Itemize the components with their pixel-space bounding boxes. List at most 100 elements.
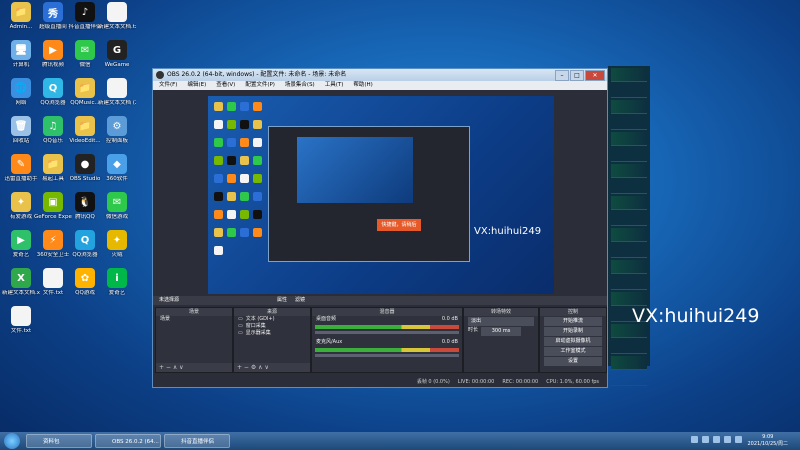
desktop-icon[interactable]: ◆ 360软件 (98, 154, 136, 182)
widget-row[interactable] (611, 84, 647, 98)
widget-row[interactable] (611, 148, 647, 162)
sources-footer-controls[interactable]: + − ⚙ ∧ ∨ (234, 363, 310, 372)
app-icon: ✎ (11, 154, 31, 174)
start-recording-button[interactable]: 开始录制 (544, 327, 602, 336)
douyin-icon (168, 437, 178, 447)
desktop-icon-label: 微信游戏 (105, 214, 128, 220)
desktop-icon[interactable]: 文件.txt (2, 306, 40, 334)
desktop-icon-label: 新建文本文档 (2).txt (98, 100, 136, 106)
menu-file[interactable]: 文件(F) (159, 81, 177, 90)
preview-desktop-icon (240, 120, 249, 129)
widget-row[interactable] (611, 340, 647, 354)
source-item[interactable]: ▭ 显示器采集 (234, 330, 310, 337)
clock[interactable]: 9:09 2021/10/25/周二 (747, 434, 788, 448)
app-icon: ⚡ (43, 230, 63, 250)
desktop-icon-label: 文件.txt (10, 328, 32, 334)
preview-desktop-icon (227, 192, 236, 201)
widget-row[interactable] (611, 276, 647, 290)
desktop-icon[interactable]: i 爱奇艺 (98, 268, 136, 296)
scene-item[interactable]: 场景 (156, 316, 232, 323)
start-streaming-button[interactable]: 开始推流 (544, 317, 602, 326)
taskbar-item[interactable]: 抖音直播伴侣 (164, 434, 230, 448)
taskbar-item[interactable]: 资料包 (26, 434, 92, 448)
menu-view[interactable]: 查看(V) (216, 81, 235, 90)
virtual-camera-button[interactable]: 启动虚拟摄像机 (544, 337, 602, 346)
widget-row[interactable] (611, 356, 647, 370)
source-item[interactable]: ▭ 文本 (GDI+) (234, 316, 310, 323)
obs-window: OBS 26.0.2 (64-bit, windows) - 配置文件: 未命名… (152, 68, 608, 388)
minimize-button[interactable]: – (555, 70, 569, 81)
settings-button[interactable]: 设置 (544, 357, 602, 366)
duration-input[interactable]: 300 ms (481, 327, 522, 336)
app-icon (107, 78, 127, 98)
source-toolbar: 未选择源 属性 滤镜 (153, 296, 607, 305)
start-button[interactable] (4, 433, 20, 449)
widget-row[interactable] (611, 196, 647, 210)
taskbar-item[interactable]: OBS 26.0.2 (64... (95, 434, 161, 448)
maximize-button[interactable]: □ (570, 70, 584, 81)
preview-desktop-icon (240, 102, 249, 111)
widget-row[interactable] (611, 244, 647, 258)
preview-desktop-icon (253, 138, 262, 147)
obs-preview[interactable]: 快捷键，请稍后 VX:huihui249 (208, 96, 554, 294)
menu-tools[interactable]: 工具(T) (325, 81, 344, 90)
widget-row[interactable] (611, 260, 647, 274)
desktop-icon[interactable]: ✉ 微信游戏 (98, 192, 136, 220)
app-icon: ✿ (75, 268, 95, 288)
app-icon (107, 2, 127, 22)
studio-mode-button[interactable]: 工作室模式 (544, 347, 602, 356)
obs-titlebar[interactable]: OBS 26.0.2 (64-bit, windows) - 配置文件: 未命名… (153, 69, 607, 81)
menu-help[interactable]: 帮助(H) (353, 81, 372, 90)
app-icon: 📁 (11, 2, 31, 22)
preview-desktop-icon (240, 210, 249, 219)
widget-row[interactable] (611, 116, 647, 130)
widget-row[interactable] (611, 68, 647, 82)
desktop-icon-label: 火绒 (111, 252, 123, 258)
duration-row: 时长 300 ms (464, 327, 538, 336)
system-tray[interactable] (691, 436, 742, 443)
menu-profile[interactable]: 配置文件(P) (245, 81, 275, 90)
widget-row[interactable] (611, 228, 647, 242)
mixer-header: 混音器 (312, 308, 462, 316)
app-icon: ✉ (75, 40, 95, 60)
volume-slider[interactable] (315, 354, 459, 357)
menu-edit[interactable]: 编辑(E) (187, 81, 206, 90)
desktop-icon[interactable]: ⚙ 控制面板 (98, 116, 136, 144)
widget-row[interactable] (611, 212, 647, 226)
desktop-icon[interactable]: 新建文本文档.txt (98, 2, 136, 30)
widget-row[interactable] (611, 292, 647, 306)
preview-desktop-icon (227, 210, 236, 219)
widget-row[interactable] (611, 100, 647, 114)
widget-row[interactable] (611, 132, 647, 146)
preview-desktop-icon (253, 174, 262, 183)
scenes-footer-controls[interactable]: + − ∧ ∨ (156, 363, 232, 372)
audio-mixer-dock: 混音器 桌面音频 0.0 dB 麦克风/Aux 0.0 dB (311, 307, 463, 373)
widget-row[interactable] (611, 164, 647, 178)
preview-desktop-icon (240, 174, 249, 183)
close-button[interactable]: ✕ (585, 70, 605, 81)
app-icon: ✉ (107, 192, 127, 212)
preview-desktop-icon (214, 228, 223, 237)
preview-desktop-icon (227, 174, 236, 183)
app-icon: ✦ (11, 192, 31, 212)
rec-time: REC: 00:00:00 (502, 379, 539, 385)
preview-desktop-icon (240, 192, 249, 201)
app-icon: 📁 (75, 116, 95, 136)
preview-desktop-icon (214, 120, 223, 129)
properties-button[interactable]: 属性 (277, 296, 287, 305)
widget-row[interactable] (611, 372, 647, 386)
mixer-track-name: 麦克风/Aux 0.0 dB (316, 339, 458, 345)
app-icon: ▶ (11, 230, 31, 250)
source-item[interactable]: ▭ 窗口采集 (234, 323, 310, 330)
desktop-icon[interactable]: G WeGame (98, 40, 136, 68)
preview-desktop-icon (227, 138, 236, 147)
volume-slider[interactable] (315, 331, 459, 334)
app-icon: 🌐 (11, 78, 31, 98)
transition-select[interactable]: 淡出 (468, 317, 534, 326)
menu-scene-collection[interactable]: 场景集合(S) (285, 81, 315, 90)
filters-button[interactable]: 滤镜 (295, 296, 305, 305)
desktop-icon[interactable]: ✦ 火绒 (98, 230, 136, 258)
preview-desktop-icon (240, 228, 249, 237)
desktop-icon[interactable]: 新建文本文档 (2).txt (98, 78, 136, 106)
widget-row[interactable] (611, 180, 647, 194)
